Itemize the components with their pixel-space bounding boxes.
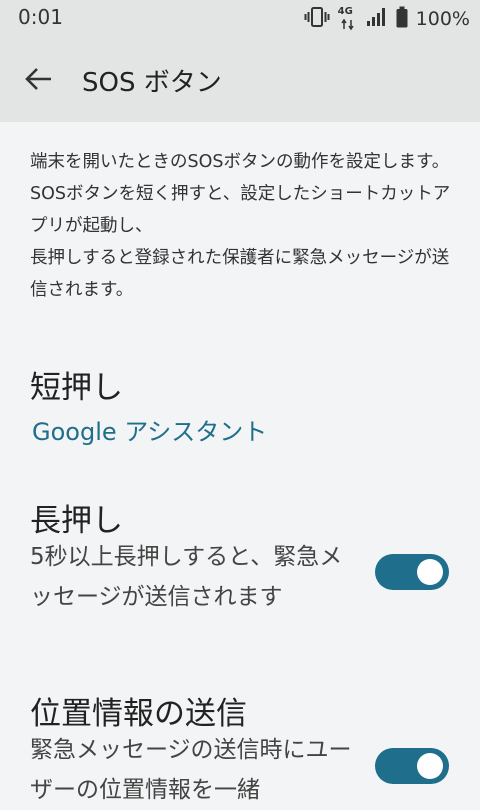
- description-text: 端末を開いたときのSOSボタンの動作を設定します。 SOSボタンを短く押すと、設…: [30, 146, 455, 306]
- long-press-title: 長押し: [30, 503, 123, 539]
- description-line: 端末を開いたときのSOSボタンの動作を設定します。: [30, 152, 450, 172]
- app-bar: SOS ボタン: [0, 36, 480, 122]
- battery-icon: [396, 6, 408, 32]
- toggle-knob: [417, 559, 443, 585]
- location-toggle[interactable]: [375, 748, 449, 784]
- 4g-icon: 4G: [338, 6, 358, 31]
- location-title: 位置情報の送信: [30, 696, 247, 732]
- long-press-summary: 5秒以上長押しすると、緊急メッセージが送信されます: [30, 544, 343, 610]
- description-line: 長押しすると登録された保護者に緊急メッセージが送信されます。: [30, 248, 450, 300]
- arrow-left-icon[interactable]: [22, 62, 56, 96]
- short-press-title: 短押し: [30, 370, 123, 406]
- status-icons: 4G 100%: [304, 6, 470, 32]
- short-press-value: Google アシスタント: [32, 418, 268, 446]
- status-bar: 0:01 4G 100%: [0, 0, 480, 36]
- vibrate-icon: [304, 6, 330, 32]
- location-summary: 緊急メッセージの送信時にユーザーの位置情報を一緒: [30, 737, 352, 803]
- toggle-knob: [417, 753, 443, 779]
- battery-percentage: 100%: [415, 8, 470, 30]
- description-line: SOSボタンを短く押すと、設定したショートカットアプリが起動し、: [30, 184, 451, 236]
- page-title: SOS ボタン: [82, 68, 222, 98]
- signal-icon: [366, 7, 388, 31]
- long-press-toggle[interactable]: [375, 554, 449, 590]
- status-time: 0:01: [18, 5, 63, 29]
